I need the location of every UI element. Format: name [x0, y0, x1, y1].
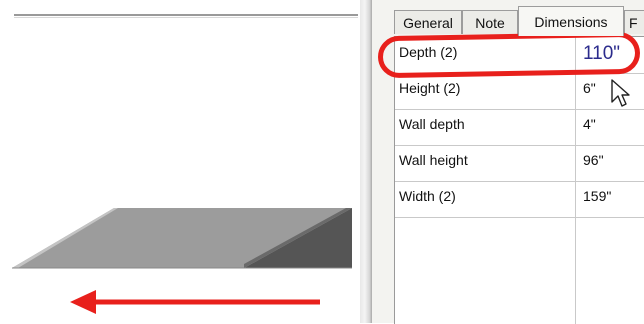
- tab-dimensions[interactable]: Dimensions: [518, 6, 624, 36]
- property-value[interactable]: 6": [583, 73, 596, 109]
- property-value[interactable]: 4": [583, 109, 596, 145]
- dimensions-grid: Depth (2) 110" Height (2) 6" Wall depth …: [394, 36, 644, 324]
- property-row-wall-height[interactable]: Wall height 96": [395, 145, 644, 182]
- highlight-callout: [377, 31, 641, 79]
- 3d-viewport[interactable]: [0, 0, 368, 323]
- tab-general[interactable]: General: [394, 10, 462, 34]
- tab-truncated[interactable]: F: [624, 10, 644, 34]
- left-arrow-icon: [70, 290, 320, 314]
- property-value[interactable]: 159": [583, 181, 611, 217]
- column-divider: [575, 145, 576, 181]
- property-value[interactable]: 96": [583, 145, 604, 181]
- column-divider: [575, 181, 576, 217]
- property-label: Wall depth: [399, 116, 465, 132]
- property-label: Wall height: [399, 152, 468, 168]
- property-label: Height (2): [399, 80, 461, 96]
- tab-note[interactable]: Note: [462, 10, 518, 34]
- panel-splitter[interactable]: [360, 0, 372, 323]
- column-divider: [575, 217, 576, 324]
- column-divider: [575, 109, 576, 145]
- mouse-pointer-icon: [611, 79, 630, 107]
- tab-strip: General Note Dimensions F: [372, 0, 644, 36]
- property-row-width[interactable]: Width (2) 159": [395, 181, 644, 218]
- property-row-wall-depth[interactable]: Wall depth 4": [395, 109, 644, 146]
- property-row-height[interactable]: Height (2) 6": [395, 73, 644, 110]
- column-divider: [575, 73, 576, 109]
- property-label: Width (2): [399, 188, 456, 204]
